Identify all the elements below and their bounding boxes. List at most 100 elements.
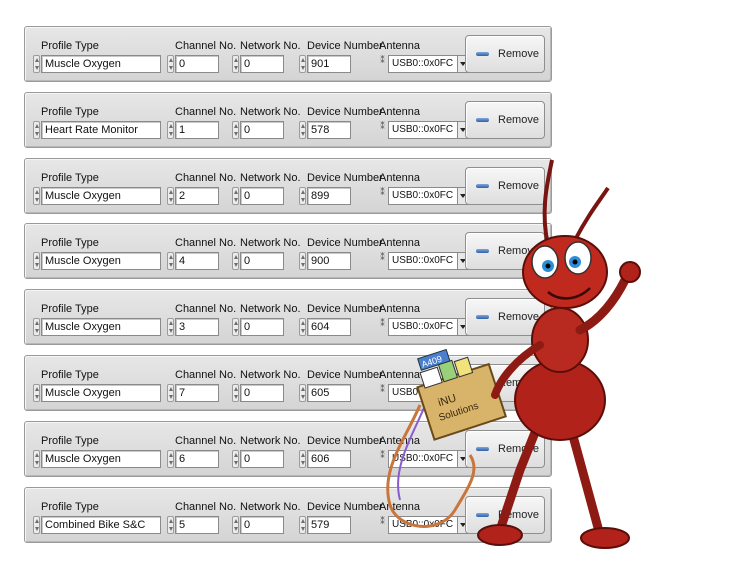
remove-button[interactable]: Remove: [465, 364, 545, 402]
profile-type-field[interactable]: Muscle Oxygen: [41, 55, 161, 73]
minus-icon: [476, 315, 489, 319]
antenna-select[interactable]: USB0::0x0FC: [388, 450, 470, 468]
channel-no-stepper[interactable]: [167, 55, 174, 73]
antenna-select[interactable]: USB0::0x0FC: [388, 187, 470, 205]
network-no-field[interactable]: 0: [240, 55, 284, 73]
channel-no-field[interactable]: 4: [175, 252, 219, 270]
antenna-io-icon[interactable]: ⁑: [378, 451, 387, 467]
network-no-stepper[interactable]: [232, 121, 239, 139]
device-number-field[interactable]: 605: [307, 384, 351, 402]
network-no-stepper[interactable]: [232, 252, 239, 270]
network-no-field[interactable]: 0: [240, 318, 284, 336]
device-number-field[interactable]: 604: [307, 318, 351, 336]
channel-no-field[interactable]: 2: [175, 187, 219, 205]
minus-icon: [476, 52, 489, 56]
network-no-field[interactable]: 0: [240, 384, 284, 402]
channel-no-stepper[interactable]: [167, 121, 174, 139]
profile-row: Profile Type Channel No. Network No. Dev…: [24, 355, 552, 411]
remove-button-label: Remove: [498, 377, 539, 389]
network-no-stepper[interactable]: [232, 516, 239, 534]
remove-button[interactable]: Remove: [465, 430, 545, 468]
network-no-stepper[interactable]: [232, 55, 239, 73]
channel-no-field[interactable]: 0: [175, 55, 219, 73]
remove-button-label: Remove: [498, 114, 539, 126]
device-number-field[interactable]: 606: [307, 450, 351, 468]
device-number-stepper[interactable]: [299, 516, 306, 534]
remove-button-label: Remove: [498, 509, 539, 521]
device-number-field[interactable]: 899: [307, 187, 351, 205]
profile-type-field[interactable]: Muscle Oxygen: [41, 252, 161, 270]
network-no-field[interactable]: 0: [240, 252, 284, 270]
antenna-select[interactable]: USB0::0x0FC: [388, 252, 470, 270]
profile-type-field[interactable]: Muscle Oxygen: [41, 187, 161, 205]
network-no-stepper[interactable]: [232, 318, 239, 336]
device-number-field[interactable]: 578: [307, 121, 351, 139]
profile-type-stepper[interactable]: [33, 187, 40, 205]
network-no-label: Network No.: [240, 237, 301, 249]
profile-type-stepper[interactable]: [33, 384, 40, 402]
device-number-field[interactable]: 579: [307, 516, 351, 534]
remove-button[interactable]: Remove: [465, 101, 545, 139]
channel-no-stepper[interactable]: [167, 252, 174, 270]
profile-type-field[interactable]: Muscle Oxygen: [41, 318, 161, 336]
device-number-stepper[interactable]: [299, 384, 306, 402]
device-number-label: Device Number: [307, 237, 383, 249]
antenna-select[interactable]: USB0::0x0FC: [388, 318, 470, 336]
device-number-field[interactable]: 901: [307, 55, 351, 73]
profile-type-stepper[interactable]: [33, 252, 40, 270]
channel-no-stepper[interactable]: [167, 187, 174, 205]
minus-icon: [476, 513, 489, 517]
antenna-select[interactable]: USB0::0x0FC: [388, 121, 470, 139]
channel-no-stepper[interactable]: [167, 384, 174, 402]
profile-type-stepper[interactable]: [33, 450, 40, 468]
device-number-stepper[interactable]: [299, 187, 306, 205]
device-number-stepper[interactable]: [299, 450, 306, 468]
channel-no-stepper[interactable]: [167, 318, 174, 336]
antenna-select[interactable]: USB0::0x0FC: [388, 516, 470, 534]
device-number-label: Device Number: [307, 369, 383, 381]
network-no-field[interactable]: 0: [240, 516, 284, 534]
remove-button[interactable]: Remove: [465, 167, 545, 205]
profile-type-field[interactable]: Combined Bike S&C: [41, 516, 161, 534]
network-no-field[interactable]: 0: [240, 450, 284, 468]
channel-no-field[interactable]: 3: [175, 318, 219, 336]
network-no-stepper[interactable]: [232, 187, 239, 205]
antenna-io-icon[interactable]: ⁑: [378, 517, 387, 533]
antenna-io-icon[interactable]: ⁑: [378, 188, 387, 204]
antenna-io-icon[interactable]: ⁑: [378, 385, 387, 401]
network-no-field[interactable]: 0: [240, 121, 284, 139]
profile-type-stepper[interactable]: [33, 318, 40, 336]
device-number-stepper[interactable]: [299, 252, 306, 270]
channel-no-stepper[interactable]: [167, 450, 174, 468]
network-no-field[interactable]: 0: [240, 187, 284, 205]
channel-no-field[interactable]: 7: [175, 384, 219, 402]
remove-button[interactable]: Remove: [465, 35, 545, 73]
profile-type-field[interactable]: Muscle Oxygen: [41, 384, 161, 402]
network-no-stepper[interactable]: [232, 384, 239, 402]
antenna-io-icon[interactable]: ⁑: [378, 56, 387, 72]
device-number-stepper[interactable]: [299, 55, 306, 73]
remove-button[interactable]: Remove: [465, 298, 545, 336]
antenna-select[interactable]: USB0::0x0FC: [388, 55, 470, 73]
device-number-stepper[interactable]: [299, 318, 306, 336]
remove-button[interactable]: Remove: [465, 232, 545, 270]
profile-row: Profile Type Channel No. Network No. Dev…: [24, 26, 552, 82]
antenna-io-icon[interactable]: ⁑: [378, 253, 387, 269]
profile-type-stepper[interactable]: [33, 55, 40, 73]
channel-no-field[interactable]: 5: [175, 516, 219, 534]
profile-type-stepper[interactable]: [33, 516, 40, 534]
profile-type-field[interactable]: Heart Rate Monitor: [41, 121, 161, 139]
antenna-io-icon[interactable]: ⁑: [378, 122, 387, 138]
antenna-io-icon[interactable]: ⁑: [378, 319, 387, 335]
profile-type-stepper[interactable]: [33, 121, 40, 139]
remove-button[interactable]: Remove: [465, 496, 545, 534]
device-number-field[interactable]: 900: [307, 252, 351, 270]
device-number-stepper[interactable]: [299, 121, 306, 139]
profile-type-field[interactable]: Muscle Oxygen: [41, 450, 161, 468]
channel-no-stepper[interactable]: [167, 516, 174, 534]
network-no-stepper[interactable]: [232, 450, 239, 468]
profile-type-label: Profile Type: [41, 172, 99, 184]
antenna-select[interactable]: USB0::0x0FC: [388, 384, 470, 402]
channel-no-field[interactable]: 1: [175, 121, 219, 139]
channel-no-field[interactable]: 6: [175, 450, 219, 468]
